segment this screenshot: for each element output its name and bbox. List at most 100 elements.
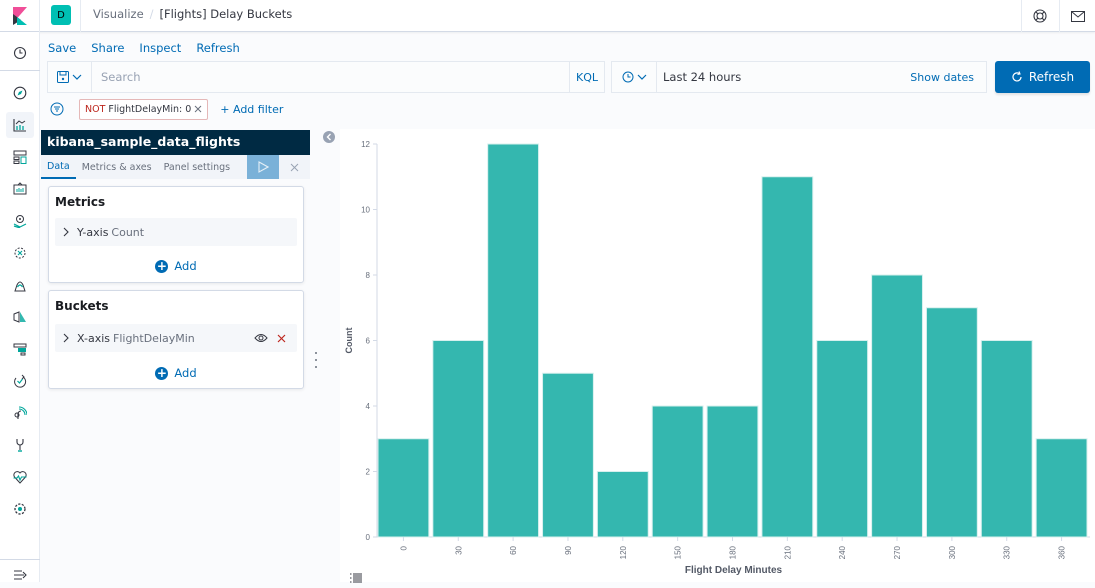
x-tick-label: 270 — [893, 545, 902, 559]
agg-axis-label: X-axis — [77, 331, 110, 345]
x-tick-label: 300 — [948, 545, 957, 559]
add-filter-button[interactable]: + Add filter — [220, 103, 283, 116]
nav-apm[interactable] — [6, 336, 34, 362]
add-bucket-button[interactable]: + Add — [49, 366, 303, 380]
query-language-toggle[interactable]: KQL — [569, 62, 604, 92]
bar-chart: 0246810120 30 60 90 120 150 180 210 240 270 300 330… — [344, 140, 1090, 576]
y-tick-label: 4 — [366, 402, 371, 411]
nav-divider — [0, 70, 40, 71]
quick-select-button[interactable] — [612, 62, 657, 92]
nav-logs[interactable] — [6, 304, 34, 330]
nav-dock-toggle[interactable] — [6, 562, 34, 588]
nav-metrics[interactable] — [6, 272, 34, 298]
apply-changes-button[interactable] — [247, 155, 279, 179]
heartbeat-icon — [13, 471, 27, 484]
metric-agg-row[interactable]: Y-axis Count — [55, 218, 297, 246]
plus-icon: + — [155, 366, 169, 380]
filter-pill[interactable]: NOT FlightDelayMin: 0 — [79, 98, 209, 120]
nav-dashboard[interactable] — [6, 144, 34, 170]
filter-label: FlightDelayMin: 0 — [108, 103, 192, 115]
y-axis-title: Count — [344, 328, 354, 354]
refresh-link[interactable]: Refresh — [196, 41, 239, 55]
chevron-left-icon — [326, 133, 331, 141]
newsfeed-button[interactable] — [1059, 0, 1095, 32]
y-tick-label: 2 — [366, 468, 371, 477]
bar — [596, 471, 649, 538]
dashboard-icon — [13, 150, 27, 164]
bucket-agg-row[interactable]: X-axis FlightDelayMin — [55, 324, 297, 352]
editor-tabs: Data Metrics & axes Panel settings — [41, 155, 310, 179]
nav-uptime[interactable] — [6, 368, 34, 394]
filter-options-icon[interactable] — [50, 102, 64, 116]
time-range-label[interactable]: Last 24 hours — [657, 70, 910, 84]
play-icon — [257, 161, 269, 173]
nav-monitoring[interactable] — [6, 464, 34, 490]
divider — [80, 0, 81, 32]
metrics-icon — [14, 281, 26, 292]
x-tick-label: 0 — [399, 545, 408, 550]
save-button[interactable]: Save — [48, 41, 76, 55]
bar — [377, 438, 430, 538]
collapse-editor-button[interactable] — [323, 131, 335, 143]
editor-resize-handle[interactable] — [313, 352, 319, 368]
chevron-down-icon — [637, 74, 646, 80]
close-icon — [290, 163, 298, 171]
nav-canvas[interactable] — [6, 176, 34, 202]
buckets-panel: Buckets X-axis FlightDelayMin + Add — [48, 290, 304, 389]
tab-metrics-axes[interactable]: Metrics & axes — [76, 155, 158, 179]
x-tick-label: 210 — [783, 545, 792, 559]
tab-panel-settings[interactable]: Panel settings — [158, 155, 237, 179]
add-metric-button[interactable]: + Add — [49, 259, 303, 273]
machine-learning-icon — [14, 247, 26, 259]
share-button[interactable]: Share — [91, 41, 124, 55]
remove-icon[interactable] — [277, 334, 286, 343]
saved-query-button[interactable] — [48, 62, 92, 92]
bar — [871, 274, 923, 538]
refresh-button[interactable]: Refresh — [995, 61, 1090, 93]
legend-toggle[interactable] — [350, 568, 362, 587]
x-tick-label: 360 — [1058, 545, 1067, 559]
wrench-icon — [16, 439, 24, 452]
nav-divider — [0, 559, 40, 560]
bar — [432, 340, 485, 538]
space-avatar[interactable]: D — [51, 5, 71, 25]
chevron-right-icon[interactable] — [63, 333, 69, 343]
maps-icon — [13, 215, 27, 228]
inspect-button[interactable]: Inspect — [139, 41, 181, 55]
nav-management[interactable] — [6, 496, 34, 522]
close-icon[interactable] — [194, 105, 202, 113]
siem-icon — [14, 406, 27, 419]
help-button[interactable] — [1021, 0, 1057, 32]
nav-siem[interactable] — [6, 400, 34, 426]
tab-data[interactable]: Data — [41, 155, 76, 179]
dock-icon — [14, 570, 27, 580]
nav-maps[interactable] — [6, 208, 34, 234]
plus-icon: + — [155, 259, 169, 273]
agg-axis-label: Y-axis — [77, 225, 109, 239]
chevron-down-icon — [72, 74, 82, 80]
y-tick-label: 6 — [366, 337, 371, 346]
discard-changes-button[interactable] — [284, 155, 304, 179]
search-input[interactable] — [92, 62, 569, 92]
agg-field-label: FlightDelayMin — [113, 331, 195, 345]
eye-icon[interactable] — [254, 333, 268, 343]
buckets-title: Buckets — [55, 299, 109, 313]
kibana-logo[interactable] — [0, 0, 40, 32]
show-dates-button[interactable]: Show dates — [910, 71, 986, 84]
compass-icon — [13, 86, 27, 100]
chevron-right-icon[interactable] — [63, 227, 69, 237]
logs-icon — [13, 311, 26, 323]
nav-machine-learning[interactable] — [6, 240, 34, 266]
nav-recently-viewed[interactable] — [6, 40, 34, 66]
top-nav-menu: Save Share Inspect Refresh — [48, 41, 240, 55]
nav-dev-tools[interactable] — [6, 432, 34, 458]
y-tick-label: 10 — [361, 206, 370, 215]
breadcrumb-visualize[interactable]: Visualize — [93, 7, 144, 21]
filter-bar: NOT FlightDelayMin: 0 + Add filter — [47, 98, 283, 120]
nav-visualize[interactable] — [6, 112, 34, 138]
nav-discover[interactable] — [6, 80, 34, 106]
filter-negate-label: NOT — [85, 103, 106, 115]
breadcrumb-current: [Flights] Delay Buckets — [159, 7, 293, 21]
canvas-icon — [13, 182, 27, 195]
x-tick-label: 150 — [674, 545, 683, 559]
